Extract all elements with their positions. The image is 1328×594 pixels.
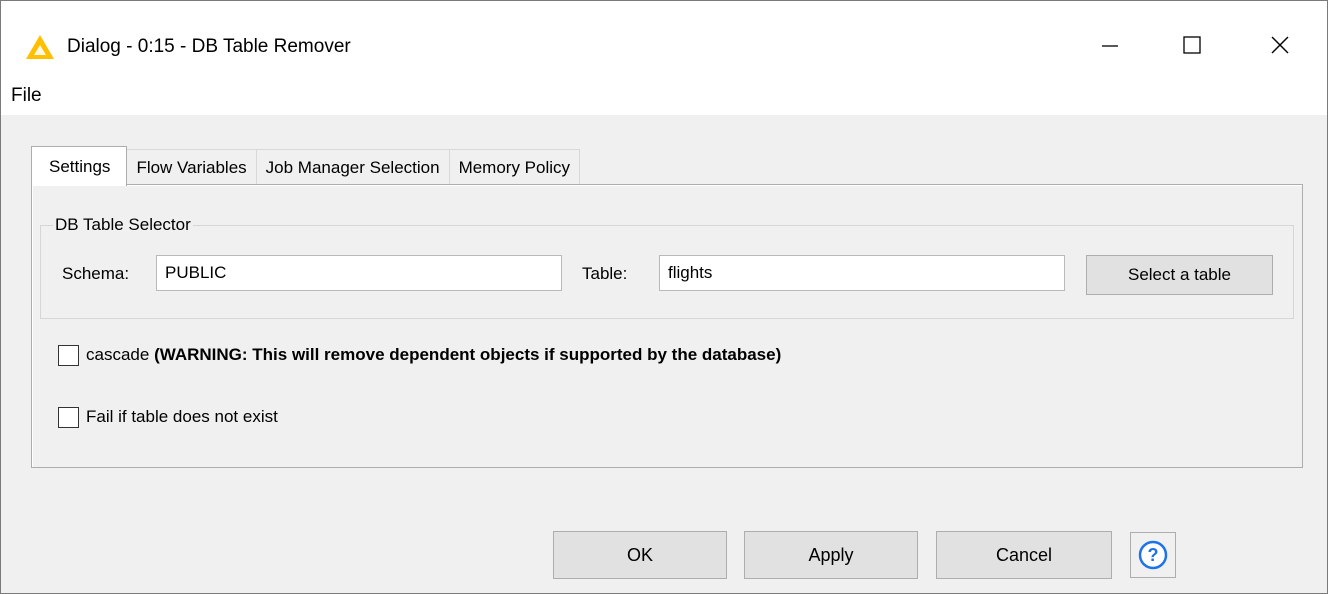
fail-if-not-exist-label: Fail if table does not exist: [86, 407, 278, 426]
group-title: DB Table Selector: [53, 215, 193, 235]
schema-label: Schema:: [62, 264, 130, 283]
apply-button[interactable]: Apply: [744, 531, 918, 579]
cascade-label: cascade (WARNING: This will remove depen…: [86, 345, 781, 365]
cascade-checkbox[interactable]: [58, 345, 79, 366]
fail-if-not-exist-checkbox[interactable]: [58, 407, 79, 428]
table-label: Table:: [582, 264, 628, 283]
dialog-window: Dialog - 0:15 - DB Table Remover File Se…: [0, 0, 1328, 594]
cascade-label-text: cascade: [86, 345, 150, 364]
maximize-icon: [1183, 36, 1201, 54]
tab-bar: Settings Flow Variables Job Manager Sele…: [31, 146, 581, 186]
help-glyph: ?: [1148, 545, 1159, 565]
tab-memory-policy[interactable]: Memory Policy: [448, 149, 581, 185]
title-bar[interactable]: Dialog - 0:15 - DB Table Remover: [1, 1, 1327, 79]
cancel-button[interactable]: Cancel: [936, 531, 1112, 579]
maximize-button[interactable]: [1163, 23, 1221, 67]
minimize-icon: [1102, 45, 1118, 47]
minimize-button[interactable]: [1081, 23, 1139, 67]
table-input[interactable]: flights: [659, 255, 1065, 291]
close-button[interactable]: [1251, 23, 1309, 67]
menu-bar: [1, 79, 1327, 115]
close-icon: [1271, 36, 1289, 54]
tab-settings[interactable]: Settings: [31, 146, 128, 186]
ok-button[interactable]: OK: [553, 531, 727, 579]
tab-flow-variables[interactable]: Flow Variables: [126, 149, 257, 185]
knime-warning-triangle-icon: [26, 35, 54, 59]
menu-file[interactable]: File: [11, 85, 42, 107]
window-title: Dialog - 0:15 - DB Table Remover: [67, 36, 351, 57]
cascade-warning-text: (WARNING: This will remove dependent obj…: [154, 345, 782, 364]
help-button[interactable]: ?: [1130, 532, 1176, 578]
schema-input[interactable]: PUBLIC: [156, 255, 562, 291]
select-table-button[interactable]: Select a table: [1086, 255, 1273, 295]
tab-job-manager-selection[interactable]: Job Manager Selection: [255, 149, 450, 185]
help-icon: ?: [1138, 540, 1168, 570]
